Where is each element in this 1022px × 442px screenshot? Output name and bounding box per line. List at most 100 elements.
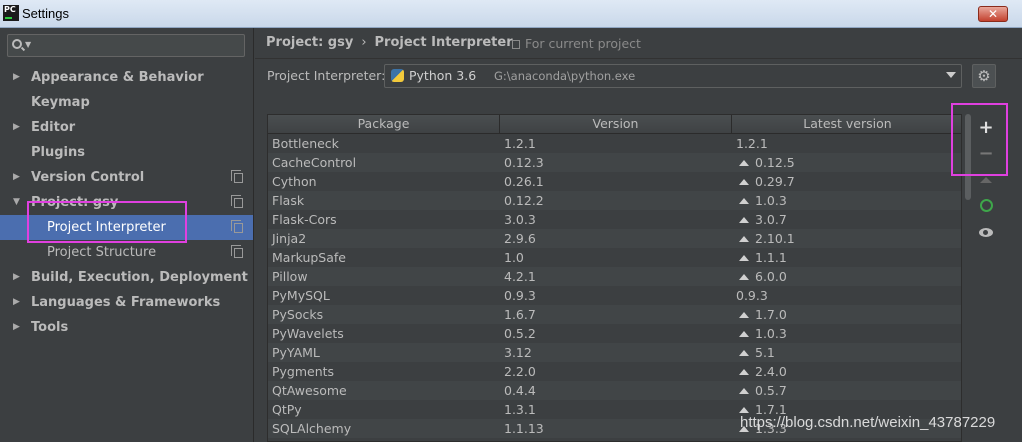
table-row[interactable]: Jinja2 2.9.6 2.10.1: [268, 229, 961, 248]
latest-version-cell: 1.1.1: [736, 248, 787, 267]
upgrade-available-icon: [739, 350, 749, 356]
version-cell: 1.6.7: [504, 307, 536, 322]
gear-icon: ⚙: [977, 67, 991, 85]
upgrade-available-icon: [739, 255, 749, 261]
package-name-cell: Cython: [272, 174, 317, 189]
settings-search-input[interactable]: ▼: [7, 34, 245, 57]
chevron-right-icon[interactable]: ▶: [13, 315, 20, 340]
sidebar-item-label: Keymap: [31, 95, 90, 110]
upgrade-arrow-icon: [980, 177, 992, 183]
table-row[interactable]: Bottleneck 1.2.1 1.2.1: [268, 134, 961, 153]
version-cell: 0.9.3: [504, 288, 536, 303]
interpreter-label: Project Interpreter:: [267, 68, 386, 83]
version-cell: 4.2.1: [504, 269, 536, 284]
sidebar-item-label: Version Control: [31, 170, 145, 185]
chevron-right-icon[interactable]: ▶: [13, 65, 20, 90]
latest-version-cell: 0.29.7: [736, 172, 795, 191]
column-header-package[interactable]: Package: [268, 115, 500, 134]
sidebar-item-label: Build, Execution, Deployment: [31, 270, 248, 285]
table-row[interactable]: PyYAML 3.12 5.1: [268, 343, 961, 362]
breadcrumb-page: Project Interpreter: [374, 35, 513, 50]
table-row[interactable]: QtAwesome 0.4.4 0.5.7: [268, 381, 961, 400]
version-cell: 0.12.2: [504, 193, 544, 208]
table-row[interactable]: MarkupSafe 1.0 1.1.1: [268, 248, 961, 267]
sidebar-item-build-execution-deployment[interactable]: ▶ Build, Execution, Deployment: [0, 265, 253, 290]
package-name-cell: SQLAlchemy: [272, 421, 352, 436]
upgrade-available-icon: [739, 160, 749, 166]
chevron-right-icon[interactable]: ▶: [13, 290, 20, 315]
table-row[interactable]: PyMySQL 0.9.3 0.9.3: [268, 286, 961, 305]
latest-version-value: 0.29.7: [755, 174, 795, 189]
column-header-latest-version[interactable]: Latest version: [732, 115, 961, 134]
column-header-version[interactable]: Version: [500, 115, 732, 134]
latest-version-value: 1.7.0: [755, 307, 787, 322]
version-cell: 1.3.1: [504, 402, 536, 417]
version-cell: 0.5.2: [504, 326, 536, 341]
version-cell: 1.2.1: [504, 136, 536, 151]
version-cell: 0.12.3: [504, 155, 544, 170]
breadcrumb-separator: ›: [361, 35, 367, 50]
sidebar-item-label: Tools: [31, 320, 69, 335]
table-row[interactable]: Cython 0.26.1 0.29.7: [268, 172, 961, 191]
latest-version-cell: 2.4.0: [736, 362, 787, 381]
sidebar-item-tools[interactable]: ▶ Tools: [0, 315, 253, 340]
upgrade-available-icon: [739, 274, 749, 280]
sidebar-item-keymap[interactable]: Keymap: [0, 90, 253, 115]
latest-version-cell: 1.2.1: [736, 134, 768, 153]
chevron-right-icon[interactable]: ▶: [13, 265, 20, 290]
sidebar-item-plugins[interactable]: Plugins: [0, 140, 253, 165]
watermark: https://blog.csdn.net/weixin_43787229: [740, 414, 996, 431]
latest-version-cell: 6.0.0: [736, 267, 787, 286]
upgrade-available-icon: [739, 331, 749, 337]
table-row[interactable]: Flask-Cors 3.0.3 3.0.7: [268, 210, 961, 229]
table-row[interactable]: CacheControl 0.12.3 0.12.5: [268, 153, 961, 172]
chevron-right-icon[interactable]: ▶: [13, 165, 20, 190]
sidebar-item-appearance-behavior[interactable]: ▶ Appearance & Behavior: [0, 65, 253, 90]
latest-version-value: 2.4.0: [755, 364, 787, 379]
upgrade-available-icon: [739, 179, 749, 185]
title-bar: PC Settings ✕: [0, 0, 1022, 28]
chevron-down-icon[interactable]: [946, 72, 956, 78]
latest-version-value: 1.2.1: [736, 136, 768, 151]
latest-version-value: 1.0.3: [755, 193, 787, 208]
table-row[interactable]: Pillow 4.2.1 6.0.0: [268, 267, 961, 286]
sidebar-item-project-structure[interactable]: Project Structure: [0, 240, 253, 265]
table-row[interactable]: PySocks 1.6.7 1.7.0: [268, 305, 961, 324]
package-name-cell: Pygments: [272, 364, 335, 379]
interpreter-path: G:\anaconda\python.exe: [494, 69, 636, 83]
project-scope-icon: [512, 40, 520, 49]
interpreter-settings-button[interactable]: ⚙: [972, 64, 996, 88]
chevron-right-icon[interactable]: ▶: [13, 115, 20, 140]
table-row[interactable]: Flask 0.12.2 1.0.3: [268, 191, 961, 210]
search-options-caret-icon[interactable]: ▼: [25, 40, 31, 49]
refresh-icon: [979, 199, 993, 212]
upgrade-available-icon: [739, 407, 749, 413]
close-button[interactable]: ✕: [978, 6, 1008, 22]
latest-version-value: 5.1: [755, 345, 775, 360]
latest-version-cell: 0.12.5: [736, 153, 795, 172]
breadcrumb-project[interactable]: Project: gsy: [266, 35, 353, 50]
latest-version-cell: 1.0.3: [736, 191, 787, 210]
latest-version-cell: 0.9.3: [736, 286, 768, 305]
latest-version-value: 1.1.1: [755, 250, 787, 265]
sidebar-item-version-control[interactable]: ▶ Version Control: [0, 165, 253, 190]
latest-version-cell: 1.7.0: [736, 305, 787, 324]
table-row[interactable]: Pygments 2.2.0 2.4.0: [268, 362, 961, 381]
package-name-cell: Pillow: [272, 269, 308, 284]
sidebar-item-languages-frameworks[interactable]: ▶ Languages & Frameworks: [0, 290, 253, 315]
package-name-cell: MarkupSafe: [272, 250, 346, 265]
upgrade-available-icon: [739, 369, 749, 375]
sidebar-item-editor[interactable]: ▶ Editor: [0, 115, 253, 140]
upgrade-available-icon: [739, 198, 749, 204]
sidebar-item-label: Project Structure: [47, 245, 157, 260]
scope-hint: For current project: [512, 36, 641, 51]
latest-version-cell: 0.5.7: [736, 381, 787, 400]
refresh-button[interactable]: [974, 194, 998, 218]
latest-version-cell: 5.1: [736, 343, 775, 362]
show-early-releases-button[interactable]: [974, 220, 998, 244]
chevron-down-icon[interactable]: ▼: [13, 190, 20, 215]
table-row[interactable]: PyWavelets 0.5.2 1.0.3: [268, 324, 961, 343]
interpreter-dropdown[interactable]: Python 3.6 G:\anaconda\python.exe: [384, 64, 962, 88]
package-name-cell: PyMySQL: [272, 288, 330, 303]
version-cell: 0.26.1: [504, 174, 544, 189]
